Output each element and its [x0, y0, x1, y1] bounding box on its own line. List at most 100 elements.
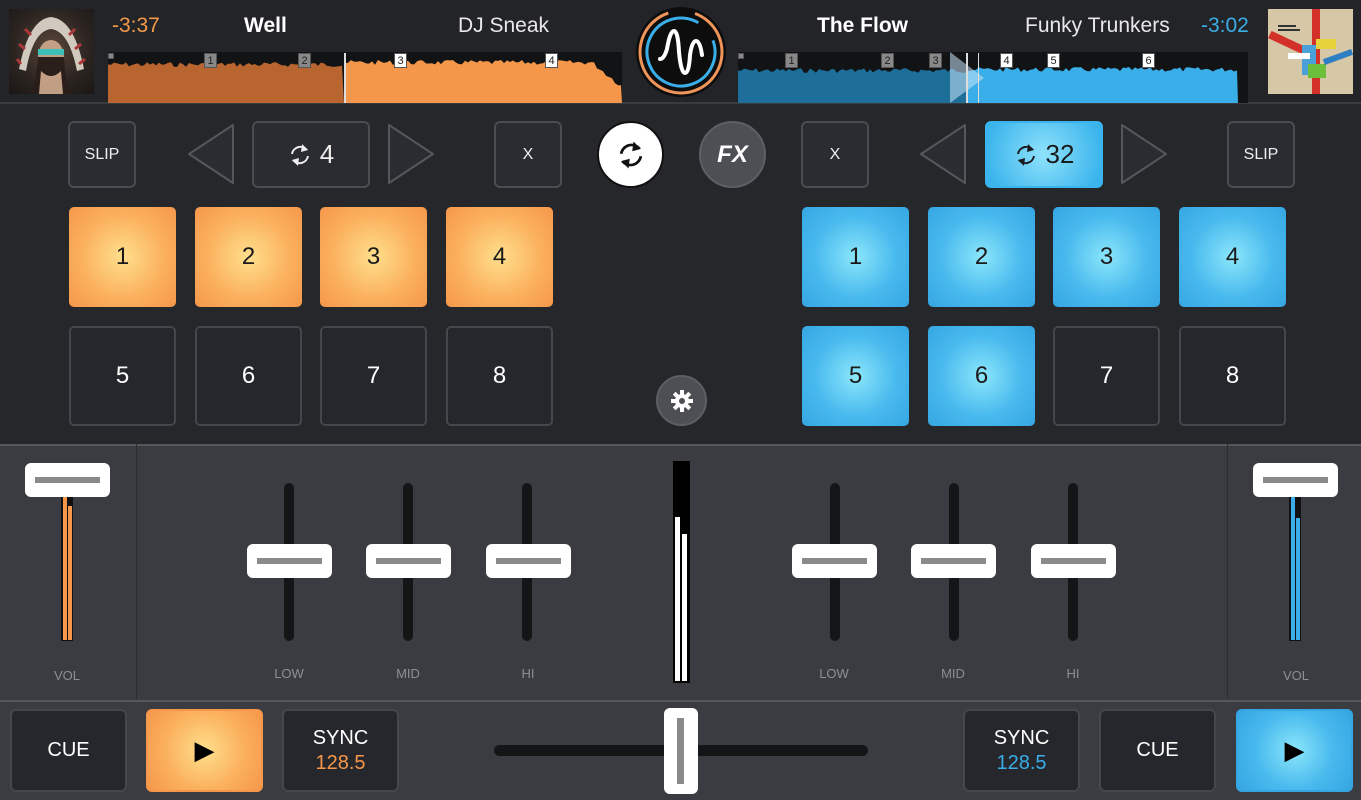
track-title-left: Well: [244, 14, 287, 37]
meter-fill: [68, 505, 72, 640]
hotcue-pad-1[interactable]: 1: [802, 207, 909, 307]
cue-marker[interactable]: 3: [929, 53, 942, 68]
loop-size-left: 4: [319, 139, 335, 169]
loop-icon: [1016, 143, 1035, 166]
hotcue-pad-7[interactable]: 7: [320, 326, 427, 426]
meter-fill: [1296, 518, 1300, 640]
waveform-segment: [108, 62, 344, 103]
meter-fill: [1291, 497, 1295, 640]
track-title-right: The Flow: [817, 14, 908, 37]
sync-all-button[interactable]: [597, 121, 664, 188]
hotcue-pad-7[interactable]: 7: [1053, 326, 1160, 426]
vol-label-right: VOL: [1282, 668, 1309, 683]
hotcue-pad-1[interactable]: 1: [69, 207, 176, 307]
gear-icon: [670, 389, 693, 412]
hotcue-pad-4[interactable]: 4: [446, 207, 553, 307]
loop-halve-right-button[interactable]: [917, 122, 969, 186]
loop-size-right-button[interactable]: 32: [985, 121, 1103, 188]
meter-fill: [682, 534, 687, 681]
hotcue-pad-4[interactable]: 4: [1179, 207, 1286, 307]
eq-mid-knob-right[interactable]: [911, 544, 996, 578]
sync-icon: [619, 140, 642, 169]
album-art-left[interactable]: [9, 9, 94, 94]
album-art-right[interactable]: [1268, 9, 1353, 94]
cue-marker[interactable]: 5: [1047, 53, 1060, 68]
loop-exit-left-button[interactable]: X: [494, 121, 562, 188]
loop-size-right: 32: [1045, 139, 1075, 169]
hotcue-pad-6[interactable]: 6: [928, 326, 1035, 426]
eq-low-knob-right[interactable]: [792, 544, 877, 578]
meter-fill: [63, 497, 67, 640]
cue-marker[interactable]: 4: [1000, 53, 1013, 68]
play-button-left[interactable]: ▶: [146, 709, 263, 792]
cue-marker[interactable]: 2: [881, 53, 894, 68]
bpm-right: 128.5: [996, 751, 1047, 774]
waveform-right[interactable]: 1 2 3 4 5 6: [738, 52, 1248, 103]
eq-hi-label: HI: [1066, 666, 1080, 681]
hotcue-pad-3[interactable]: 3: [320, 207, 427, 307]
playhead-right: [966, 53, 968, 103]
eq-hi-knob-right[interactable]: [1031, 544, 1116, 578]
loop-halve-left-button[interactable]: [185, 122, 237, 186]
sync-button-right[interactable]: SYNC 128.5: [963, 709, 1080, 792]
dj-app: -3:37 Well DJ Sneak 1 2 3 4 The Flow Fun…: [0, 0, 1361, 800]
waveform-segment: [738, 68, 966, 103]
hotcue-pad-8[interactable]: 8: [1179, 326, 1286, 426]
volume-meter-right: [1289, 496, 1301, 641]
loop-double-left-button[interactable]: [385, 122, 437, 186]
hotcue-pad-5[interactable]: 5: [802, 326, 909, 426]
slip-button-left[interactable]: SLIP: [68, 121, 136, 188]
hotcue-pad-2[interactable]: 2: [195, 207, 302, 307]
eq-mid-knob-left[interactable]: [366, 544, 451, 578]
crossfader-knob[interactable]: [664, 708, 698, 794]
waveform-right-graph: [738, 67, 1238, 103]
cue-button-left[interactable]: CUE: [10, 709, 127, 792]
time-remaining-right: -3:02: [1201, 14, 1249, 37]
divider: [1227, 444, 1228, 700]
slip-button-right[interactable]: SLIP: [1227, 121, 1295, 188]
hotcue-pad-3[interactable]: 3: [1053, 207, 1160, 307]
waveform-left[interactable]: 1 2 3 4: [108, 52, 622, 103]
hotcue-pad-5[interactable]: 5: [69, 326, 176, 426]
cue-marker[interactable]: 2: [298, 53, 311, 68]
eq-mid-label: MID: [396, 666, 420, 681]
sync-label: SYNC: [312, 726, 369, 749]
eq-hi-knob-left[interactable]: [486, 544, 571, 578]
hotcue-pad-8[interactable]: 8: [446, 326, 553, 426]
waveform-segment: [345, 60, 622, 103]
sync-label: SYNC: [993, 726, 1050, 749]
vol-label-left: VOL: [53, 668, 80, 683]
volume-fader-left[interactable]: [25, 463, 110, 497]
master-level-meter: [673, 461, 690, 683]
cue-button-right[interactable]: CUE: [1099, 709, 1216, 792]
cue-label: CUE: [1136, 739, 1179, 761]
eq-low-knob-left[interactable]: [247, 544, 332, 578]
waveform-start-marker: [738, 53, 744, 59]
sync-button-left[interactable]: SYNC 128.5: [282, 709, 399, 792]
settings-button[interactable]: [656, 375, 707, 426]
volume-meter-left: [61, 496, 73, 641]
play-icon: ▶: [194, 735, 215, 765]
cue-marker[interactable]: 3: [394, 53, 407, 68]
cue-marker[interactable]: 1: [204, 53, 217, 68]
fx-button[interactable]: FX: [699, 121, 766, 188]
cue-marker[interactable]: 1: [785, 53, 798, 68]
hotcue-pad-2[interactable]: 2: [928, 207, 1035, 307]
cue-marker[interactable]: 4: [545, 53, 558, 68]
volume-fader-right[interactable]: [1253, 463, 1338, 497]
playhead-left: [344, 53, 346, 103]
play-button-right[interactable]: ▶: [1236, 709, 1353, 792]
hotcue-pad-6[interactable]: 6: [195, 326, 302, 426]
artist-right: Funky Trunkers: [1025, 14, 1170, 37]
play-icon: ▶: [1284, 735, 1305, 765]
cue-label: CUE: [47, 739, 90, 761]
bpm-left: 128.5: [315, 751, 366, 774]
time-remaining-left: -3:37: [112, 14, 160, 37]
loop-double-right-button[interactable]: [1118, 122, 1170, 186]
cue-marker[interactable]: 6: [1142, 53, 1155, 68]
loop-size-left-button[interactable]: 4: [252, 121, 370, 188]
loop-exit-right-button[interactable]: X: [801, 121, 869, 188]
waveform-logo-icon[interactable]: [636, 7, 726, 97]
eq-low-label: LOW: [274, 666, 304, 681]
waveform-segment: [967, 67, 1238, 103]
